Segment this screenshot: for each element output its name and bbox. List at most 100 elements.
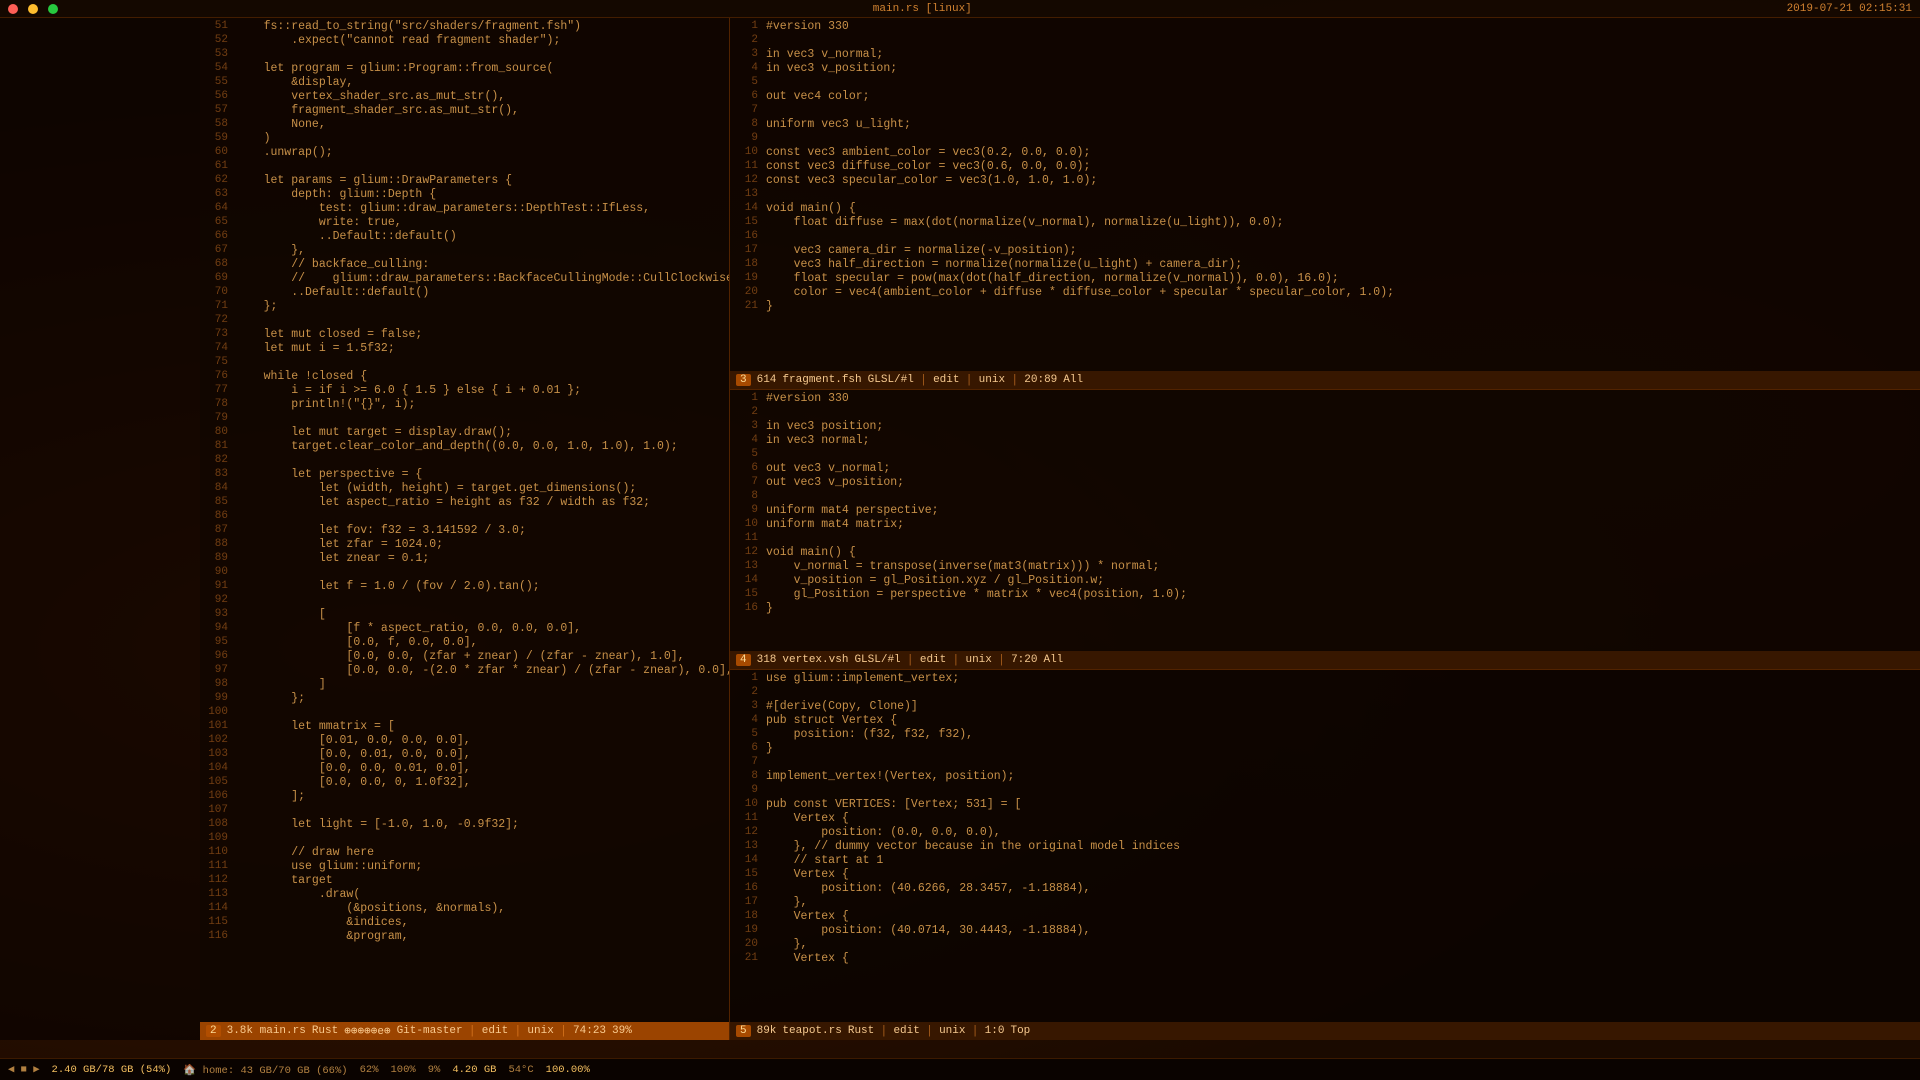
line-number: 17 (734, 244, 766, 256)
line-number: 55 (204, 76, 236, 88)
code-line: 1#version 330 (730, 20, 1920, 34)
line-content: // draw here (236, 846, 374, 859)
code-line: 84 let (width, height) = target.get_dime… (200, 482, 729, 496)
code-line: 80 let mut target = display.draw(); (200, 426, 729, 440)
line-number: 21 (734, 952, 766, 964)
code-line: 111 use glium::uniform; (200, 860, 729, 874)
line-content: uniform mat4 perspective; (766, 504, 939, 517)
code-line: 9uniform mat4 perspective; (730, 504, 1920, 518)
code-line: 94 [f * aspect_ratio, 0.0, 0.0, 0.0], (200, 622, 729, 636)
line-number: 11 (734, 812, 766, 824)
line-number: 62 (204, 174, 236, 186)
line-number: 9 (734, 784, 766, 796)
line-number: 105 (204, 776, 236, 788)
line-number: 13 (734, 188, 766, 200)
line-content: position: (40.6266, 28.3457, -1.18884), (766, 882, 1090, 895)
code-line: 89 let znear = 0.1; (200, 552, 729, 566)
fragment-fsh-code[interactable]: 1#version 33023in vec3 v_normal;4in vec3… (730, 18, 1920, 371)
line-content: depth: glium::Depth { (236, 188, 436, 201)
line-content: } (766, 300, 773, 313)
right-mid-vertex: 1#version 33023in vec3 position;4in vec3… (730, 390, 1920, 670)
line-content: }, (766, 938, 807, 951)
line-content: let aspect_ratio = height as f32 / width… (236, 496, 650, 509)
line-number: 115 (204, 916, 236, 928)
code-line: 66 ..Default::default() (200, 230, 729, 244)
line-number: 96 (204, 650, 236, 662)
line-number: 103 (204, 748, 236, 760)
left-pos: 74:23 (573, 1025, 606, 1037)
code-line: 74 let mut i = 1.5f32; (200, 342, 729, 356)
brightness: 100% (391, 1064, 416, 1076)
line-content: let mut closed = false; (236, 328, 422, 341)
line-number: 83 (204, 468, 236, 480)
rb-mode: edit (893, 1025, 919, 1037)
line-content: &indices, (236, 916, 409, 929)
line-number: 66 (204, 230, 236, 242)
rt-filename: fragment.fsh (782, 374, 861, 386)
maximize-dot[interactable] (48, 4, 58, 14)
line-content: (&positions, &normals), (236, 902, 505, 915)
code-line: 5 (730, 448, 1920, 462)
rt-buf-num: 3 (736, 374, 751, 386)
rb-format: unix (939, 1025, 965, 1037)
close-dot[interactable] (8, 4, 18, 14)
line-number: 18 (734, 910, 766, 922)
top-bar: main.rs [linux] 2019-07-21 02:15:31 (0, 0, 1920, 18)
line-content: Vertex { (766, 812, 849, 825)
teapot-rs-code[interactable]: 1use glium::implement_vertex;23#[derive(… (730, 670, 1920, 1023)
line-content: }, (236, 244, 305, 257)
line-number: 6 (734, 462, 766, 474)
code-line: 60 .unwrap(); (200, 146, 729, 160)
code-line: 91 let f = 1.0 / (fov / 2.0).tan(); (200, 580, 729, 594)
line-number: 63 (204, 188, 236, 200)
line-content: // start at 1 (766, 854, 883, 867)
code-line: 16 (730, 230, 1920, 244)
minimize-dot[interactable] (28, 4, 38, 14)
media-controls[interactable]: ◀ ■ ▶ (8, 1063, 40, 1076)
code-line: 9 (730, 784, 1920, 798)
line-number: 14 (734, 574, 766, 586)
line-number: 80 (204, 426, 236, 438)
code-line: 21} (730, 300, 1920, 314)
line-number: 87 (204, 524, 236, 536)
line-number: 68 (204, 258, 236, 270)
code-line: 10pub const VERTICES: [Vertex; 531] = [ (730, 798, 1920, 812)
line-content: color = vec4(ambient_color + diffuse * d… (766, 286, 1394, 299)
line-content: void main() { (766, 546, 856, 559)
code-line: 61 (200, 160, 729, 174)
main-rs-code[interactable]: 51 fs::read_to_string("src/shaders/fragm… (200, 18, 729, 1022)
line-number: 11 (734, 160, 766, 172)
line-content: target (236, 874, 333, 887)
code-line: 14void main() { (730, 202, 1920, 216)
code-line: 95 [0.0, f, 0.0, 0.0], (200, 636, 729, 650)
line-content: ..Default::default() (236, 230, 457, 243)
code-line: 5 position: (f32, f32, f32), (730, 728, 1920, 742)
code-line: 21 Vertex { (730, 952, 1920, 966)
line-content: ]; (236, 790, 305, 803)
code-line: 3#[derive(Copy, Clone)] (730, 700, 1920, 714)
line-number: 71 (204, 300, 236, 312)
code-line: 6out vec3 v_normal; (730, 462, 1920, 476)
line-number: 10 (734, 518, 766, 530)
line-number: 110 (204, 846, 236, 858)
left-buf-num: 2 (206, 1025, 221, 1037)
line-content: void main() { (766, 202, 856, 215)
line-number: 5 (734, 728, 766, 740)
code-line: 13 v_normal = transpose(inverse(mat3(mat… (730, 560, 1920, 574)
line-content: let mut target = display.draw(); (236, 426, 512, 439)
line-number: 101 (204, 720, 236, 732)
code-line: 7out vec3 v_position; (730, 476, 1920, 490)
code-line: 72 (200, 314, 729, 328)
code-line: 3in vec3 v_normal; (730, 48, 1920, 62)
left-mode: edit (482, 1025, 508, 1037)
vertex-vsh-code[interactable]: 1#version 33023in vec3 position;4in vec3… (730, 390, 1920, 651)
line-number: 17 (734, 896, 766, 908)
line-number: 106 (204, 790, 236, 802)
line-content: None, (236, 118, 326, 131)
window-controls[interactable] (8, 4, 58, 14)
line-number: 1 (734, 20, 766, 32)
line-content: ] (236, 678, 326, 691)
code-line: 92 (200, 594, 729, 608)
left-filename: 3.8k main.rs (227, 1025, 306, 1037)
line-content: let mut i = 1.5f32; (236, 342, 395, 355)
